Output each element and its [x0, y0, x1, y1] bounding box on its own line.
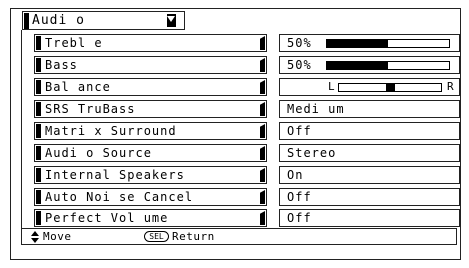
- menu-row-treble[interactable]: Trebl e 50%: [34, 34, 460, 52]
- item-marker-right-icon: [260, 124, 265, 138]
- menu-row-srs-trubass[interactable]: SRS TruBass Medi um: [34, 100, 460, 118]
- menu-item-bass[interactable]: Bass: [34, 56, 267, 74]
- menu-item-balance[interactable]: Bal ance: [34, 78, 267, 96]
- menu-item-label: Trebl e: [45, 36, 103, 50]
- menu-item-perfect-volume[interactable]: Perfect Vol ume: [34, 209, 267, 227]
- menu-item-auto-noise-cancel[interactable]: Auto Noi se Cancel: [34, 188, 267, 206]
- matrix-surround-value-box[interactable]: Off: [279, 122, 460, 140]
- treble-value-box[interactable]: 50%: [279, 34, 460, 52]
- balance-slider-thumb[interactable]: [386, 84, 395, 91]
- item-marker-left-icon: [36, 80, 41, 94]
- audio-source-value-box[interactable]: Stereo: [279, 144, 460, 162]
- bass-level-fill: [327, 62, 388, 69]
- up-down-arrows-icon: [31, 230, 39, 244]
- item-marker-left-icon: [36, 146, 41, 160]
- bass-value-box[interactable]: 50%: [279, 56, 460, 74]
- menu-item-label: Internal Speakers: [45, 168, 185, 182]
- balance-slider[interactable]: [338, 83, 442, 92]
- treble-level-bar[interactable]: [326, 39, 450, 48]
- menu-item-label: Bass: [45, 58, 78, 72]
- menu-row-audio-source[interactable]: Audi o Source Stereo: [34, 144, 460, 162]
- internal-speakers-value-box[interactable]: On: [279, 166, 460, 184]
- tab-marker-icon: [24, 13, 29, 29]
- balance-left-label: L: [328, 80, 335, 93]
- balance-value-box[interactable]: L R: [279, 78, 460, 96]
- item-marker-left-icon: [36, 58, 41, 72]
- sel-key-icon: SEL: [144, 231, 169, 242]
- internal-speakers-value: On: [287, 168, 304, 182]
- item-marker-right-icon: [260, 168, 265, 182]
- menu-title: Audi o: [32, 13, 85, 28]
- menu-item-matrix-surround[interactable]: Matri x Surround: [34, 122, 267, 140]
- menu-item-internal-speakers[interactable]: Internal Speakers: [34, 166, 267, 184]
- item-marker-left-icon: [36, 36, 41, 50]
- item-marker-left-icon: [36, 124, 41, 138]
- item-marker-right-icon: [260, 211, 265, 225]
- item-marker-right-icon: [260, 190, 265, 204]
- menu-item-srs-trubass[interactable]: SRS TruBass: [34, 100, 267, 118]
- menu-row-internal-speakers[interactable]: Internal Speakers On: [34, 166, 460, 184]
- treble-level-fill: [327, 40, 388, 47]
- srs-trubass-value: Medi um: [287, 102, 345, 116]
- help-bar: Move SEL Return: [21, 228, 457, 245]
- srs-trubass-value-box[interactable]: Medi um: [279, 100, 460, 118]
- menu-item-label: Perfect Vol ume: [45, 211, 169, 225]
- menu-row-bass[interactable]: Bass 50%: [34, 56, 460, 74]
- menu-row-auto-noise-cancel[interactable]: Auto Noi se Cancel Off: [34, 188, 460, 206]
- audio-source-value: Stereo: [287, 146, 337, 160]
- item-marker-right-icon: [260, 146, 265, 160]
- menu-item-audio-source[interactable]: Audi o Source: [34, 144, 267, 162]
- item-marker-right-icon: [260, 58, 265, 72]
- item-marker-left-icon: [36, 168, 41, 182]
- perfect-volume-value: Off: [287, 211, 312, 225]
- return-hint: Return: [172, 230, 215, 243]
- matrix-surround-value: Off: [287, 124, 312, 138]
- chevron-down-icon: [167, 16, 175, 22]
- menu-row-matrix-surround[interactable]: Matri x Surround Off: [34, 122, 460, 140]
- menu-item-label: SRS TruBass: [45, 102, 136, 116]
- menu-row-perfect-volume[interactable]: Perfect Vol ume Off: [34, 209, 460, 227]
- perfect-volume-value-box[interactable]: Off: [279, 209, 460, 227]
- menu-item-label: Bal ance: [45, 80, 111, 94]
- item-marker-right-icon: [260, 80, 265, 94]
- menu-item-label: Auto Noi se Cancel: [45, 190, 194, 204]
- menu-item-treble[interactable]: Trebl e: [34, 34, 267, 52]
- item-marker-left-icon: [36, 102, 41, 116]
- menu-item-label: Matri x Surround: [45, 124, 177, 138]
- menu-divider: [21, 30, 22, 228]
- move-hint: Move: [43, 230, 72, 243]
- auto-noise-cancel-value: Off: [287, 190, 312, 204]
- menu-title-tab[interactable]: Audi o: [22, 11, 185, 30]
- balance-right-label: R: [447, 80, 454, 93]
- item-marker-left-icon: [36, 211, 41, 225]
- item-marker-left-icon: [36, 190, 41, 204]
- bass-value: 50%: [287, 58, 312, 72]
- item-marker-right-icon: [260, 102, 265, 116]
- menu-item-label: Audi o Source: [45, 146, 152, 160]
- item-marker-right-icon: [260, 36, 265, 50]
- treble-value: 50%: [287, 36, 312, 50]
- bass-level-bar[interactable]: [326, 61, 450, 70]
- auto-noise-cancel-value-box[interactable]: Off: [279, 188, 460, 206]
- menu-row-balance[interactable]: Bal ance L R: [34, 78, 460, 96]
